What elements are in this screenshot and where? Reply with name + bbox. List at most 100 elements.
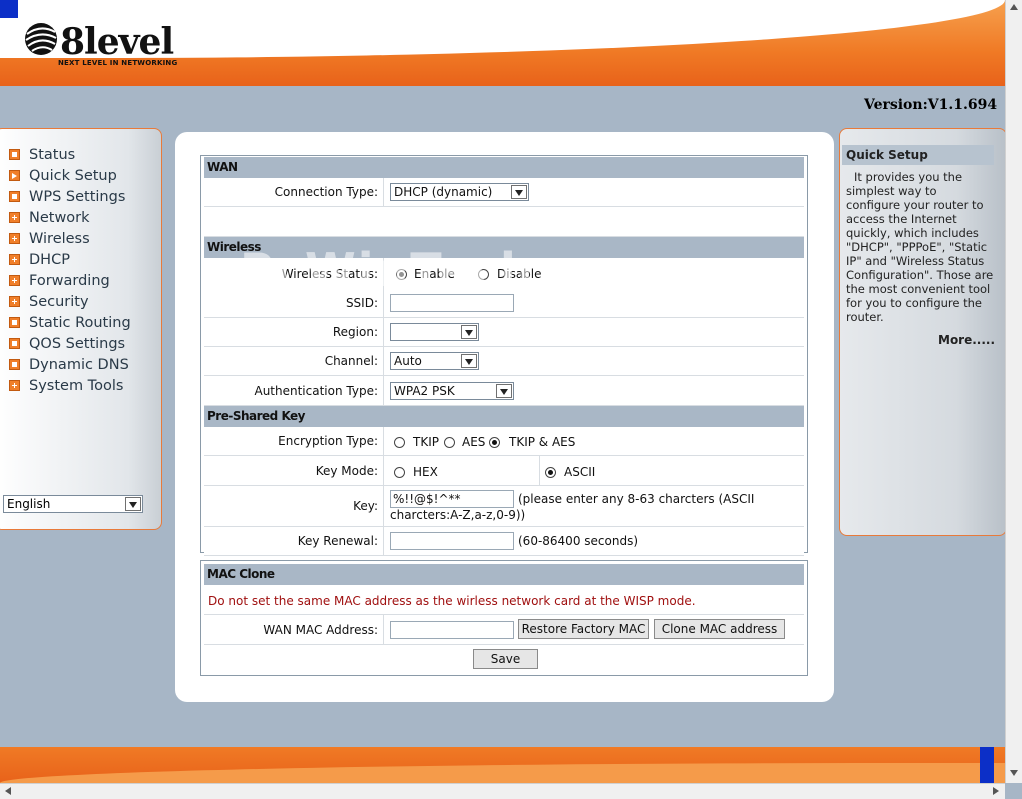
aes-radio[interactable]	[444, 436, 455, 450]
auth-type-label: Authentication Type:	[204, 376, 384, 405]
menu-item[interactable]: Security	[9, 291, 89, 312]
key-renewal-input[interactable]	[390, 532, 514, 550]
channel-row: Channel: Auto	[204, 347, 804, 376]
key-mode-divider	[389, 456, 540, 485]
language-select[interactable]: English	[3, 495, 143, 513]
wan-mac-label: WAN MAC Address:	[204, 615, 384, 644]
menu-item-label: Security	[29, 293, 89, 310]
menu-item[interactable]: Quick Setup	[9, 165, 117, 186]
footer-corner-mark	[980, 747, 994, 783]
menu-item[interactable]: WPS Settings	[9, 186, 125, 207]
chevron-down-icon[interactable]	[461, 325, 477, 339]
wan-mac-input[interactable]	[390, 621, 514, 639]
chevron-down-icon[interactable]	[511, 185, 527, 199]
ascii-label: ASCII	[564, 465, 596, 479]
menu-item-label: Forwarding	[29, 272, 110, 289]
mac-warning-row: Do not set the same MAC address as the w…	[204, 586, 804, 615]
tkip-radio[interactable]	[394, 436, 405, 450]
key-mode-label: Key Mode:	[204, 456, 384, 485]
key-label: Key:	[204, 486, 384, 526]
key-hint: (please enter any 8-63 charcters (ASCII …	[390, 492, 755, 522]
menu-item-label: Status	[29, 146, 76, 163]
psk-section-header: Pre-Shared Key	[204, 406, 804, 427]
box-icon	[9, 338, 20, 349]
horizontal-scrollbar[interactable]	[0, 783, 1005, 799]
save-button[interactable]: Save	[473, 649, 538, 669]
key-renewal-row: Key Renewal: (60-86400 seconds)	[204, 527, 804, 556]
menu-item-label: System Tools	[29, 377, 124, 394]
tkip-aes-radio[interactable]	[489, 436, 500, 450]
hex-radio[interactable]	[394, 466, 405, 480]
brand-name: 8level	[60, 21, 174, 63]
ascii-radio[interactable]	[545, 466, 556, 480]
wan-mac-row: WAN MAC Address: Restore Factory MAC Clo…	[204, 615, 804, 645]
region-row: Region:	[204, 318, 804, 347]
key-renewal-label: Key Renewal:	[204, 527, 384, 555]
help-more-link[interactable]: More.....	[938, 333, 995, 347]
wan-section-header: WAN	[204, 157, 804, 178]
menu-item-label: Wireless	[29, 230, 90, 247]
scroll-left-icon[interactable]	[5, 787, 11, 795]
help-text: It provides you the simplest way to conf…	[846, 170, 994, 324]
channel-label: Channel:	[204, 347, 384, 375]
menu-item-label: Dynamic DNS	[29, 356, 129, 373]
hex-label: HEX	[413, 465, 438, 479]
menu-item[interactable]: Dynamic DNS	[9, 354, 129, 375]
clone-mac-button[interactable]: Clone MAC address	[654, 619, 785, 639]
connection-type-select[interactable]: DHCP (dynamic)	[390, 183, 529, 201]
menu-item[interactable]: System Tools	[9, 375, 123, 396]
menu-item-label: DHCP	[29, 251, 70, 268]
region-label: Region:	[204, 318, 384, 346]
connection-type-row: Connection Type: DHCP (dynamic)	[204, 178, 804, 207]
chevron-down-icon[interactable]	[125, 497, 141, 511]
key-renewal-hint: (60-86400 seconds)	[518, 534, 638, 548]
menu-item[interactable]: Forwarding	[9, 270, 110, 291]
menu-item[interactable]: Status	[9, 144, 75, 165]
help-title: Quick Setup	[842, 145, 994, 165]
menu-item[interactable]: Wireless	[9, 228, 90, 249]
menu-item-label: Network	[29, 209, 90, 226]
plus-icon	[9, 212, 20, 223]
menu-item-label: WPS Settings	[29, 188, 126, 205]
channel-select[interactable]: Auto	[390, 352, 479, 370]
menu-item-label: Quick Setup	[29, 167, 117, 184]
corner-mark	[0, 0, 18, 18]
auth-type-row: Authentication Type: WPA2 PSK	[204, 376, 804, 406]
chevron-down-icon[interactable]	[496, 384, 512, 398]
menu-item[interactable]: DHCP	[9, 249, 70, 270]
box-icon	[9, 317, 20, 328]
vertical-scrollbar[interactable]	[1005, 0, 1022, 783]
restore-factory-mac-button[interactable]: Restore Factory MAC	[518, 619, 649, 639]
language-value: English	[7, 497, 51, 511]
scroll-down-icon[interactable]	[1010, 770, 1018, 776]
menu-item-label: QOS Settings	[29, 335, 126, 352]
key-mode-row: Key Mode: HEX ASCII	[204, 456, 804, 486]
tkip-aes-label: TKIP & AES	[509, 435, 576, 449]
auth-type-select[interactable]: WPA2 PSK	[390, 382, 514, 400]
menu-item[interactable]: Network	[9, 207, 90, 228]
aes-label: AES	[462, 435, 486, 449]
encryption-label: Encryption Type:	[204, 427, 384, 455]
box-icon	[9, 191, 20, 202]
connection-type-label: Connection Type:	[204, 178, 384, 206]
footer-banner	[0, 747, 1005, 783]
firmware-version: Version:V1.1.694	[864, 97, 998, 113]
chevron-down-icon[interactable]	[461, 354, 477, 368]
plus-icon	[9, 254, 20, 265]
tkip-label: TKIP	[413, 435, 439, 449]
logo-globe-icon	[24, 22, 58, 60]
scroll-right-icon[interactable]	[993, 787, 999, 795]
menu-item[interactable]: QOS Settings	[9, 333, 125, 354]
box-icon	[9, 149, 20, 160]
arrow-icon	[9, 170, 20, 181]
plus-icon	[9, 275, 20, 286]
mac-warning-text: Do not set the same MAC address as the w…	[208, 594, 696, 608]
box-icon	[9, 359, 20, 370]
scroll-up-icon[interactable]	[1010, 4, 1018, 10]
region-select[interactable]	[390, 323, 479, 341]
mac-section-header: MAC Clone	[204, 564, 804, 585]
watermark: PcWinTech.com	[240, 243, 667, 297]
menu-item[interactable]: Static Routing	[9, 312, 131, 333]
spacer-row	[204, 207, 804, 237]
brand-tagline: NEXT LEVEL IN NETWORKING	[58, 59, 178, 67]
